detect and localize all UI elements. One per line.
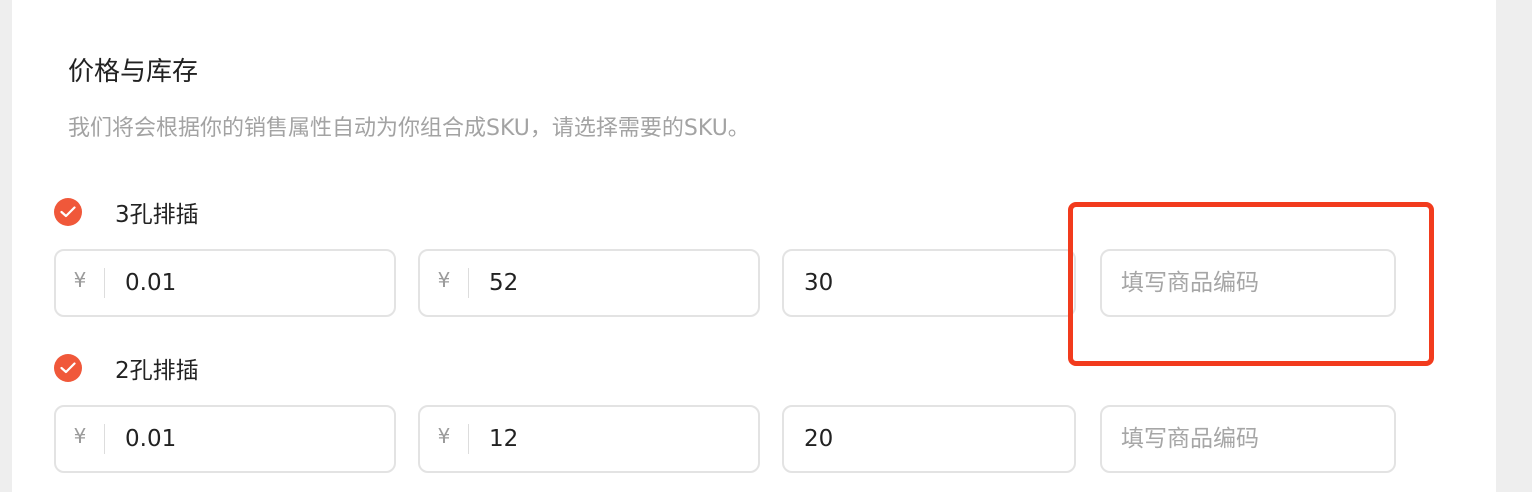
section-title: 价格与库存: [68, 57, 199, 87]
field-divider: [468, 424, 469, 454]
field-divider: [468, 268, 469, 298]
stock-input[interactable]: [804, 270, 1004, 296]
original-price-input[interactable]: [489, 270, 689, 296]
currency-symbol: ¥: [437, 268, 451, 292]
sku-name: 3孔排插: [115, 202, 199, 228]
price-field[interactable]: ¥: [54, 405, 396, 473]
price-field[interactable]: ¥: [54, 249, 396, 317]
sku-checkbox[interactable]: [54, 198, 82, 226]
product-code-input[interactable]: [1121, 426, 1371, 452]
field-divider: [104, 268, 105, 298]
product-code-field[interactable]: [1100, 249, 1396, 317]
currency-symbol: ¥: [73, 268, 87, 292]
currency-symbol: ¥: [73, 424, 87, 448]
sku-header: 2孔排插: [54, 352, 199, 384]
checkmark-icon: [60, 362, 76, 374]
field-divider: [104, 424, 105, 454]
section-description: 我们将会根据你的销售属性自动为你组合成SKU，请选择需要的SKU。: [68, 116, 750, 141]
price-input[interactable]: [125, 270, 325, 296]
sku-header: 3孔排插: [54, 196, 199, 228]
stock-field[interactable]: [782, 405, 1076, 473]
original-price-field[interactable]: ¥: [418, 405, 760, 473]
price-input[interactable]: [125, 426, 325, 452]
original-price-field[interactable]: ¥: [418, 249, 760, 317]
stock-field[interactable]: [782, 249, 1076, 317]
currency-symbol: ¥: [437, 424, 451, 448]
product-code-field[interactable]: [1100, 405, 1396, 473]
sku-checkbox[interactable]: [54, 354, 82, 382]
product-code-input[interactable]: [1121, 270, 1371, 296]
sku-name: 2孔排插: [115, 358, 199, 384]
original-price-input[interactable]: [489, 426, 689, 452]
checkmark-icon: [60, 206, 76, 218]
stock-input[interactable]: [804, 426, 1004, 452]
